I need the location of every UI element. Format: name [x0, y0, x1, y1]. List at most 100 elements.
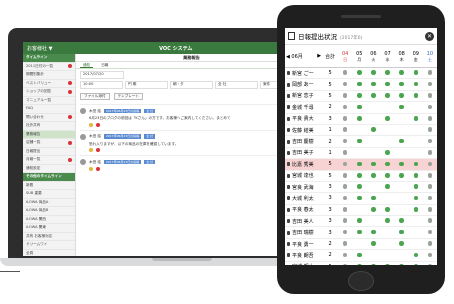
tab-notify[interactable]: 通知 [80, 62, 94, 68]
staff-name: 吉田 慶樹 [292, 139, 314, 146]
sidebar-item-label: 新着 [26, 182, 34, 187]
filter-select-1[interactable]: 円 期 [125, 81, 168, 89]
status-dot [427, 70, 433, 75]
sidebar-item[interactable]: 問い合わせ [23, 114, 75, 122]
sidebar-item[interactable]: ILOWA 商品B [23, 207, 75, 216]
status-dot [399, 127, 404, 132]
attendance-table: ◀ 06月 ▶ 合計 04 日 05 月 06 火 07 水 08 木 09 金 10 土 新宮 ご一 5 岡部 あ… [285, 45, 437, 265]
table-row[interactable]: 佐藤 結美 1 [285, 124, 437, 137]
sidebar-item[interactable]: ILOWA 商品A [23, 199, 75, 207]
table-row[interactable]: 吉田 慶樹 2 [285, 135, 437, 148]
table-row[interactable]: 平良 貴大 3 [285, 113, 437, 125]
sidebar-item[interactable]: 日報提出 [23, 148, 75, 156]
status-dot [427, 172, 433, 178]
org-selector[interactable]: お客様社 ▼ [27, 45, 52, 52]
table-row[interactable]: 宮城 達也 5 [285, 170, 437, 182]
filter-select-3[interactable]: 全 社 [215, 81, 258, 89]
filter-select-2[interactable]: 朝・夕 [170, 81, 213, 89]
table-row[interactable]: 吉田 瑞樹 3 [285, 226, 437, 239]
attach-file-button[interactable]: ファイル添付 [80, 93, 110, 100]
close-icon[interactable]: ✕ [425, 31, 434, 41]
sidebar-item[interactable]: 月報一覧 [23, 156, 75, 165]
table-row[interactable]: 新宮 ご一 5 [285, 67, 437, 80]
status-dot [427, 127, 433, 132]
sidebar-item[interactable]: 新着 [23, 182, 75, 190]
table-row[interactable]: 新宮 恋子 5 [285, 90, 437, 103]
sidebar-item[interactable]: ベストバリュー [23, 80, 75, 88]
status-dot [357, 138, 362, 144]
table-row[interactable]: 宮良 武海 3 [285, 181, 437, 194]
day-column-header: 08 木 [394, 45, 409, 68]
weekday: 木 [399, 56, 404, 62]
status-dot [385, 81, 390, 87]
date-field[interactable]: 2017/07/20 [80, 71, 124, 79]
table-row[interactable]: 平良 春太 3 [285, 204, 437, 217]
staff-name: 平良 朗吾 [292, 252, 314, 259]
sidebar-item[interactable]: 期間別集計 [23, 71, 75, 80]
like-icon[interactable] [89, 122, 93, 127]
sidebar-item[interactable]: ショップの回答 [23, 88, 75, 97]
status-dot [427, 104, 433, 110]
status-dot [371, 93, 376, 98]
next-month-button[interactable]: ▶ [317, 53, 321, 59]
heart-icon[interactable] [96, 148, 100, 152]
table-row[interactable]: 大城 利太 3 [285, 192, 437, 205]
notification-badge [68, 157, 72, 162]
heart-icon[interactable] [96, 122, 100, 127]
total-count: 2 [322, 135, 339, 148]
keyword-input[interactable]: 10:00 [80, 81, 123, 89]
page-title: 業務報告 [76, 54, 307, 62]
sidebar-item[interactable]: 業務報告 [23, 130, 75, 139]
prev-month-button[interactable]: ◀ 06月 [286, 53, 303, 60]
sidebar-item[interactable]: その他のタイムライン [23, 173, 75, 182]
sidebar-item[interactable]: SUB 重要 [23, 190, 75, 199]
status-dot [357, 172, 362, 178]
table-row[interactable]: 比嘉 秀美 5 [285, 158, 437, 171]
status-dot [399, 104, 404, 110]
sidebar-item[interactable]: タイムライン [23, 54, 75, 63]
sidebar-item[interactable]: 社外共有 [23, 122, 75, 131]
status-dot [385, 70, 390, 75]
table-row[interactable]: 吉田 美人 3 [285, 215, 437, 228]
status-dot [342, 172, 348, 178]
sidebar-item[interactable]: 共有 お客様対応 [23, 233, 75, 241]
status-dot [385, 115, 390, 121]
sidebar-item[interactable]: 全員 [23, 250, 75, 257]
status-dot [342, 93, 348, 98]
sidebar-item-label: その他のタイムライン [26, 174, 62, 178]
phone-screen: 日報提出状況 (2017年6) ✕ ◀ 06月 ▶ 合計 04 日 05 月 06 火 07 水 08 木… [285, 28, 437, 265]
like-icon[interactable] [89, 148, 93, 152]
status-dot [371, 150, 376, 155]
total-count: 5 [322, 90, 339, 103]
sidebar-item[interactable]: 2011日付の一覧 [23, 63, 75, 71]
table-row[interactable]: 平良 朗吾 2 [285, 249, 437, 262]
sidebar-item[interactable]: ILOWA 関西 [23, 216, 75, 224]
template-button[interactable]: テンプレート [113, 93, 144, 100]
status-dot [427, 161, 433, 167]
heart-icon[interactable] [96, 167, 100, 171]
sidebar-item[interactable]: 通知設定 [23, 165, 75, 173]
sidebar-item[interactable]: マニュアル一覧 [23, 97, 75, 105]
status-dot [413, 172, 419, 178]
sidebar-item[interactable]: 店舗一覧 [23, 139, 75, 148]
status-dot [399, 241, 404, 246]
total-count: 3 [322, 204, 339, 217]
table-row[interactable]: 金城 千尋 2 [285, 101, 437, 114]
tab-daily[interactable]: 日報 [98, 62, 111, 68]
sidebar-item-label: ILOWA 商品A [26, 199, 49, 204]
status-dot [427, 264, 433, 265]
avatar [80, 133, 86, 140]
home-button[interactable] [348, 271, 374, 291]
notification-badge [68, 140, 72, 145]
status-dot [399, 195, 404, 201]
status-dot [342, 184, 348, 189]
table-row[interactable]: 平良 勇一 2 [285, 238, 437, 251]
sidebar-item[interactable]: ILOWA 関東 [23, 224, 75, 233]
table-row[interactable]: 岡部 あー 5 [285, 78, 437, 91]
status-dot [371, 70, 376, 75]
sidebar-item[interactable]: ドリームワイ [23, 241, 75, 250]
table-row[interactable]: 吉田 美子 1 [285, 147, 437, 160]
sidebar-item[interactable]: FAQ [23, 105, 75, 114]
table-row[interactable]: 宮城 朗大 5 [285, 261, 437, 265]
like-icon[interactable] [89, 167, 93, 171]
